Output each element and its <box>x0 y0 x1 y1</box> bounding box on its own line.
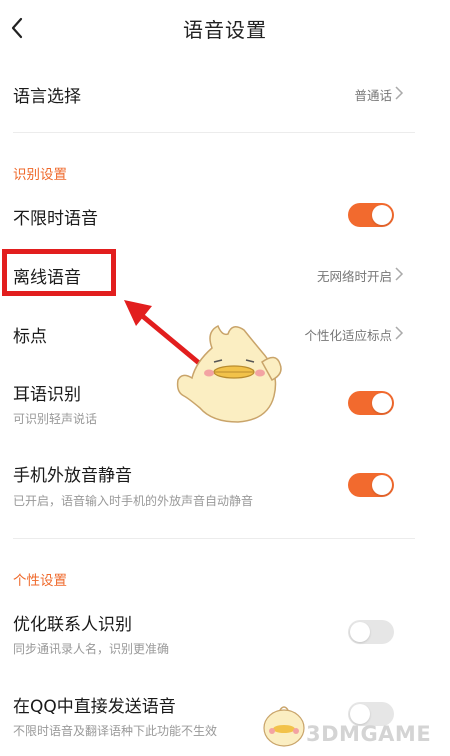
offline-voice-value: 无网络时开启 <box>316 269 392 284</box>
section-title-personal: 个性设置 <box>13 573 67 589</box>
language-setting-row[interactable]: 语言选择 普通话 <box>0 70 418 116</box>
toggle-knob <box>372 205 392 225</box>
toggle-knob <box>372 475 392 495</box>
qq-send-voice-label: 在QQ中直接发送语音 <box>13 697 176 717</box>
header: 语音设置 <box>0 0 450 58</box>
chevron-right-icon <box>395 267 404 281</box>
language-label: 语言选择 <box>13 87 81 107</box>
whisper-toggle[interactable] <box>348 391 394 415</box>
chevron-right-icon <box>395 326 404 340</box>
contact-recognition-toggle[interactable] <box>348 620 394 644</box>
contact-recognition-label: 优化联系人识别 <box>13 615 132 635</box>
whisper-recognition-row: 耳语识别 可识别轻声说话 <box>0 374 418 430</box>
punctuation-row[interactable]: 标点 个性化适应标点 <box>0 312 418 354</box>
contact-recognition-row: 优化联系人识别 同步通讯录人名，识别更准确 <box>0 604 418 660</box>
speaker-mute-label: 手机外放音静音 <box>13 466 132 486</box>
chevron-right-icon <box>395 86 404 100</box>
speaker-mute-description: 已开启，语音输入时手机的外放声音自动静音 <box>13 494 254 508</box>
highlight-box <box>2 249 116 296</box>
chick-mascot-illustration <box>263 706 305 747</box>
qq-send-voice-description: 不限时语音及翻译语种下此功能不生效 <box>13 724 218 738</box>
divider <box>13 538 415 539</box>
toggle-knob <box>372 393 392 413</box>
page-title: 语音设置 <box>183 18 267 42</box>
whisper-description: 可识别轻声说话 <box>13 412 98 426</box>
contact-recognition-description: 同步通讯录人名，识别更准确 <box>13 642 170 656</box>
whisper-label: 耳语识别 <box>13 385 81 405</box>
watermark-text: 3DMGAME <box>306 722 432 746</box>
language-value: 普通话 <box>354 88 392 103</box>
divider <box>13 132 415 133</box>
unlimited-voice-toggle[interactable] <box>348 203 394 227</box>
punctuation-value: 个性化适应标点 <box>304 328 392 343</box>
speaker-mute-toggle[interactable] <box>348 473 394 497</box>
section-title-recognition: 识别设置 <box>13 167 67 183</box>
toggle-knob <box>350 622 370 642</box>
speaker-mute-row: 手机外放音静音 已开启，语音输入时手机的外放声音自动静音 <box>0 455 418 513</box>
punctuation-label: 标点 <box>13 327 47 347</box>
unlimited-voice-label: 不限时语音 <box>13 209 98 229</box>
unlimited-voice-row: 不限时语音 <box>0 196 418 236</box>
